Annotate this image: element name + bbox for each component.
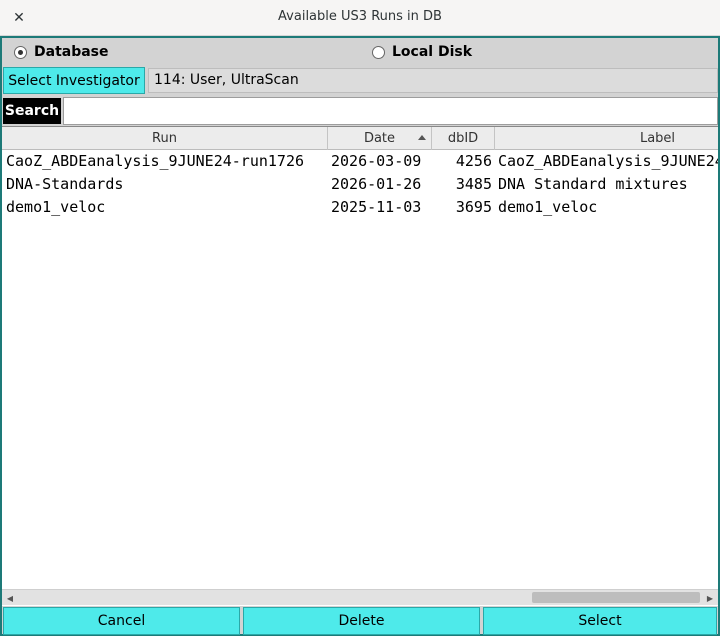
cell-label: CaoZ_ABDEanalysis_9JUNE24-run1726 <box>498 152 718 170</box>
table-row[interactable]: CaoZ_ABDEanalysis_9JUNE24-run1726 2026-0… <box>2 150 718 173</box>
cell-run: DNA-Standards <box>6 175 124 193</box>
cell-run: demo1_veloc <box>6 198 106 216</box>
cell-run: CaoZ_ABDEanalysis_9JUNE24-run1726 <box>6 152 305 170</box>
search-row: Search <box>2 96 718 126</box>
radio-unchecked-icon <box>372 45 385 59</box>
cell-label: DNA Standard mixtures <box>498 175 688 193</box>
runs-table: Run Date dbID Label CaoZ_ABDEanalysis_9J… <box>2 126 718 606</box>
cell-date: 2026-01-26 <box>331 175 422 193</box>
column-header-label[interactable]: Label <box>495 127 718 150</box>
investigator-value: 114: User, UltraScan <box>148 68 718 93</box>
window-title: Available US3 Runs in DB <box>278 9 442 24</box>
delete-button[interactable]: Delete <box>243 607 480 635</box>
table-row[interactable]: DNA-Standards 2026-01-26 3485 DNA Standa… <box>2 173 718 196</box>
cell-date: 2026-03-09 <box>331 152 422 170</box>
column-header-date[interactable]: Date <box>328 127 432 150</box>
scroll-left-icon[interactable]: ◀ <box>2 590 18 606</box>
column-header-dbid[interactable]: dbID <box>432 127 495 150</box>
source-selector: Database Local Disk <box>2 38 718 66</box>
cell-date: 2025-11-03 <box>331 198 422 216</box>
database-radio-label: Database <box>34 44 109 60</box>
cell-dbid: 3695 <box>455 198 492 216</box>
action-buttons: Cancel Delete Select <box>2 606 718 636</box>
local-disk-radio-label: Local Disk <box>392 44 473 60</box>
cancel-button[interactable]: Cancel <box>3 607 240 635</box>
radio-checked-icon <box>14 45 27 59</box>
search-input[interactable] <box>63 97 718 125</box>
table-row[interactable]: demo1_veloc 2025-11-03 3695 demo1_veloc <box>2 196 718 219</box>
sort-ascending-icon <box>418 135 426 140</box>
scrollbar-thumb[interactable] <box>532 592 700 603</box>
select-button[interactable]: Select <box>483 607 717 635</box>
main-window: Database Local Disk Select Investigator … <box>0 36 720 636</box>
table-header: Run Date dbID Label <box>2 127 718 150</box>
investigator-row: Select Investigator 114: User, UltraScan <box>2 66 718 96</box>
cell-dbid: 3485 <box>455 175 492 193</box>
cell-dbid: 4256 <box>455 152 492 170</box>
search-label: Search <box>3 98 61 124</box>
cell-label: demo1_veloc <box>498 198 598 216</box>
local-disk-radio[interactable]: Local Disk <box>372 42 472 62</box>
database-radio[interactable]: Database <box>14 42 109 62</box>
select-investigator-button[interactable]: Select Investigator <box>3 67 145 94</box>
scroll-right-icon[interactable]: ▶ <box>702 590 718 606</box>
column-header-run[interactable]: Run <box>2 127 328 150</box>
horizontal-scrollbar[interactable]: ◀ ▶ <box>2 589 718 605</box>
title-bar: ✕ Available US3 Runs in DB <box>0 0 720 36</box>
